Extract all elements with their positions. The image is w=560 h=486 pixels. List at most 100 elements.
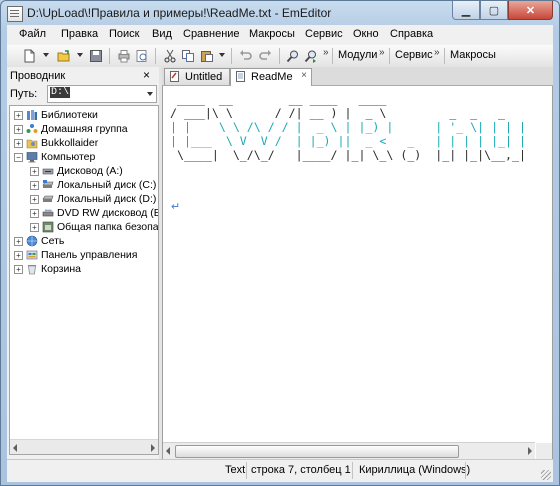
tree-horizontal-scrollbar[interactable] bbox=[10, 439, 158, 454]
close-button[interactable]: ✕ bbox=[508, 1, 553, 20]
path-dropdown-icon[interactable] bbox=[147, 92, 153, 96]
minimize-button[interactable]: ▁ bbox=[452, 1, 480, 20]
resize-grip[interactable] bbox=[541, 470, 551, 480]
menu-help[interactable]: Справка bbox=[390, 28, 433, 40]
open-folder-icon[interactable] bbox=[57, 49, 71, 63]
toolbar-separator bbox=[332, 48, 333, 64]
app-icon[interactable] bbox=[7, 6, 23, 22]
editor-line[interactable]: \____| \_/\_/ |____/ |_| \_\ (_) |_| |_|… bbox=[170, 148, 526, 162]
path-combobox[interactable]: D:\ bbox=[47, 85, 157, 103]
explorer-title: Проводник bbox=[10, 70, 66, 82]
open-dropdown-icon[interactable] bbox=[77, 53, 83, 57]
tree-item-label: Локальный диск (C:) bbox=[57, 179, 157, 191]
tree-item-libraries[interactable]: + Библиотеки bbox=[10, 109, 150, 123]
editor-line[interactable]: | |___ \ V V / | |_) || _ < _ | | | | |_… bbox=[170, 134, 526, 148]
menu-tools[interactable]: Сервис bbox=[305, 28, 343, 40]
paste-dropdown-icon[interactable] bbox=[219, 53, 225, 57]
expand-icon[interactable]: + bbox=[30, 223, 39, 232]
menu-file[interactable]: Файл bbox=[19, 28, 46, 40]
expand-icon[interactable]: + bbox=[14, 237, 23, 246]
tree-item-drive-c[interactable]: + Локальный диск (C:) bbox=[10, 179, 156, 193]
service-toolbar-button[interactable]: Сервис bbox=[395, 49, 433, 61]
tree-item-label: Домашняя группа bbox=[41, 123, 128, 135]
editor-line[interactable]: | | \ \ /\ / / | _ \ | |_) | | '_ \| | |… bbox=[170, 120, 526, 134]
modules-overflow-chevron[interactable]: » bbox=[379, 47, 385, 58]
explorer-close-button[interactable]: × bbox=[143, 68, 150, 82]
expand-icon[interactable]: + bbox=[30, 167, 39, 176]
collapse-icon[interactable]: − bbox=[14, 153, 23, 162]
scroll-left-icon[interactable] bbox=[166, 447, 170, 455]
expand-icon[interactable]: + bbox=[14, 251, 23, 260]
close-icon: ✕ bbox=[525, 4, 536, 17]
expand-icon[interactable]: + bbox=[14, 265, 23, 274]
tree-item-network[interactable]: + Сеть bbox=[10, 235, 150, 249]
menu-macros[interactable]: Макросы bbox=[249, 28, 295, 40]
editor-line[interactable]: ____ __ __ ____ ____ bbox=[170, 92, 386, 106]
macros-toolbar-button[interactable]: Макросы bbox=[450, 49, 496, 61]
editor-line[interactable]: / ___|\ \ / /| __ ) | _ \ _ _ _ bbox=[170, 106, 505, 120]
menu-search[interactable]: Поиск bbox=[109, 28, 139, 40]
tab-label: ReadMe bbox=[251, 71, 293, 83]
tree-item-homegroup[interactable]: + Домашняя группа bbox=[10, 123, 150, 137]
scroll-right-icon[interactable] bbox=[151, 444, 155, 452]
maximize-button[interactable]: ▢ bbox=[480, 1, 508, 20]
tree-item-label: Корзина bbox=[41, 263, 81, 275]
tree-item-label: Библиотеки bbox=[41, 109, 98, 121]
tree-item-user[interactable]: + Bukkollaider bbox=[10, 137, 150, 151]
find-icon[interactable] bbox=[286, 49, 300, 63]
tree-item-recycle-bin[interactable]: + Корзина bbox=[10, 263, 150, 277]
tab-close-icon[interactable]: × bbox=[301, 70, 307, 81]
modules-toolbar-button[interactable]: Модули bbox=[338, 49, 377, 61]
tree-item-floppy[interactable]: + Дисковод (A:) bbox=[10, 165, 156, 179]
expand-icon[interactable]: + bbox=[30, 181, 39, 190]
menu-window[interactable]: Окно bbox=[353, 28, 379, 40]
editor-text[interactable]: ____ __ __ ____ ____ / ___|\ \ / /| __ )… bbox=[170, 92, 526, 162]
new-file-dropdown-icon[interactable] bbox=[43, 53, 49, 57]
scroll-right-icon[interactable] bbox=[528, 447, 532, 455]
scroll-left-icon[interactable] bbox=[13, 444, 17, 452]
tab-untitled[interactable]: Untitled bbox=[164, 68, 230, 85]
expand-icon[interactable]: + bbox=[30, 195, 39, 204]
tree-item-control-panel[interactable]: + Панель управления bbox=[10, 249, 150, 263]
document-tabs: Untitled ReadMe × bbox=[162, 67, 553, 86]
cut-icon[interactable] bbox=[163, 49, 177, 63]
menu-edit[interactable]: Правка bbox=[61, 28, 98, 40]
new-file-icon[interactable] bbox=[22, 49, 36, 63]
tree-item-drive-d[interactable]: + Локальный диск (D:) bbox=[10, 193, 156, 207]
expand-icon[interactable]: + bbox=[30, 209, 39, 218]
tree-item-dvd[interactable]: + DVD DVD RW дисковод (E:) bbox=[10, 207, 158, 221]
save-icon[interactable] bbox=[89, 49, 103, 63]
status-mode[interactable]: Text bbox=[225, 464, 245, 476]
status-bar: Text строка 7, столбец 1 Кириллица (Wind… bbox=[7, 459, 553, 482]
copy-icon[interactable] bbox=[181, 49, 195, 63]
status-separator bbox=[246, 462, 247, 479]
editor-horizontal-scrollbar[interactable] bbox=[163, 442, 535, 459]
find-next-icon[interactable] bbox=[304, 49, 318, 63]
toolbar-overflow-chevron[interactable]: » bbox=[323, 47, 329, 58]
maximize-icon: ▢ bbox=[488, 4, 500, 17]
print-icon[interactable] bbox=[117, 49, 131, 63]
undo-icon[interactable] bbox=[239, 49, 253, 63]
window-title: D:\UpLoad\!Правила и примеры!\ReadMe.txt… bbox=[27, 6, 332, 20]
menu-compare[interactable]: Сравнение bbox=[183, 28, 240, 40]
minimize-icon: ▁ bbox=[461, 4, 471, 17]
status-separator bbox=[465, 462, 466, 479]
service-overflow-chevron[interactable]: » bbox=[434, 47, 440, 58]
text-editor[interactable]: ____ __ __ ____ ____ / ___|\ \ / /| __ )… bbox=[162, 86, 553, 460]
scrollbar-thumb[interactable] bbox=[175, 445, 459, 458]
homegroup-icon bbox=[26, 124, 38, 133]
tab-readme[interactable]: ReadMe × bbox=[230, 68, 312, 86]
tree-item-computer[interactable]: − Компьютер bbox=[10, 151, 150, 165]
print-preview-icon[interactable] bbox=[135, 49, 149, 63]
status-cursor-position[interactable]: строка 7, столбец 1 bbox=[251, 464, 351, 476]
tree-item-shared-folder[interactable]: + Общая папка безопас bbox=[10, 221, 158, 235]
expand-icon[interactable]: + bbox=[14, 139, 23, 148]
paste-icon[interactable] bbox=[200, 49, 214, 63]
expand-icon[interactable]: + bbox=[14, 125, 23, 134]
path-value: D:\ bbox=[50, 87, 71, 98]
redo-icon[interactable] bbox=[258, 49, 272, 63]
status-encoding[interactable]: Кириллица (Windows) bbox=[359, 464, 470, 476]
user-folder-icon bbox=[26, 139, 38, 149]
expand-icon[interactable]: + bbox=[14, 111, 23, 120]
menu-view[interactable]: Вид bbox=[152, 28, 172, 40]
